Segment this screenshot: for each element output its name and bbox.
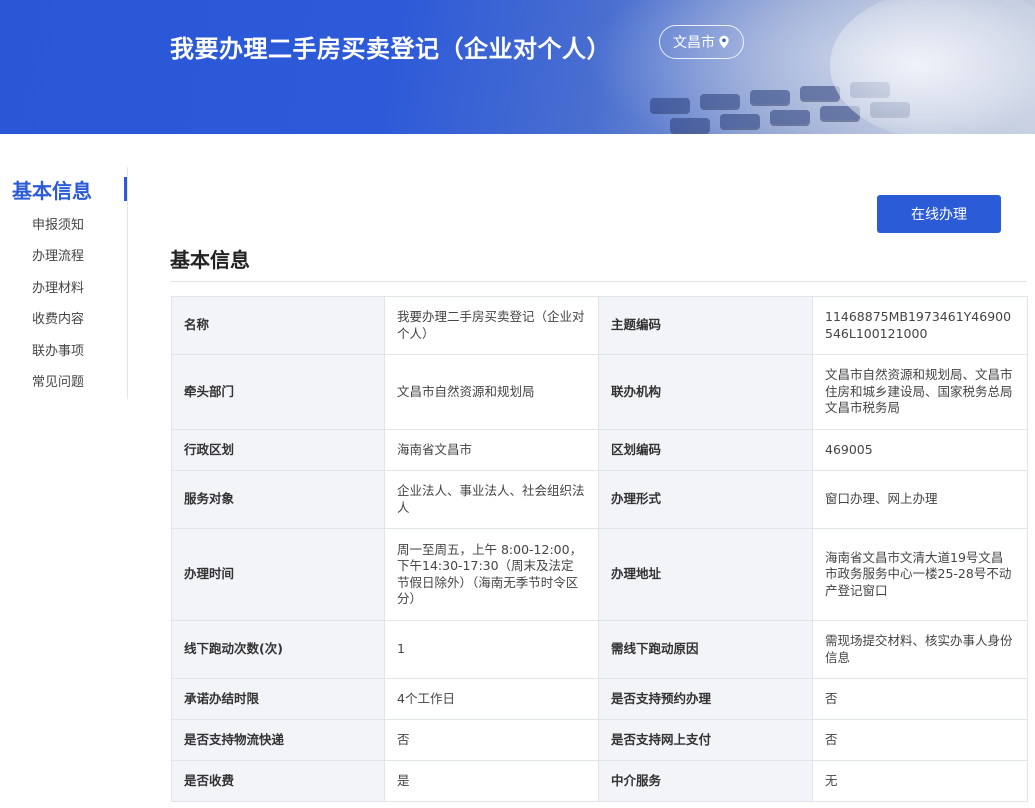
online-apply-button[interactable]: 在线办理 bbox=[877, 195, 1001, 233]
info-value: 企业法人、事业法人、社会组织法人 bbox=[384, 470, 599, 529]
info-value: 否 bbox=[812, 678, 1028, 720]
info-label: 牵头部门 bbox=[171, 354, 385, 430]
sidebar-item-joint-matters[interactable]: 联办事项 bbox=[32, 343, 84, 374]
info-value: 周一至周五，上午 8:00-12:00，下午14:30-17:30（周末及法定节… bbox=[384, 528, 599, 621]
table-row: 线下跑动次数(次) 1 需线下跑动原因 需现场提交材料、核实办事人身份信息 bbox=[171, 620, 1028, 679]
active-indicator bbox=[124, 177, 127, 201]
info-label: 服务对象 bbox=[171, 470, 385, 529]
sidebar-list: 申报须知 办理流程 办理材料 收费内容 联办事项 常见问题 bbox=[32, 217, 84, 405]
info-value: 海南省文昌市 bbox=[384, 429, 599, 471]
info-value: 窗口办理、网上办理 bbox=[812, 470, 1028, 529]
side-navigation: 基本信息 申报须知 办理流程 办理材料 收费内容 联办事项 常见问题 bbox=[0, 167, 128, 399]
page-title: 我要办理二手房买卖登记（企业对个人） bbox=[170, 35, 611, 63]
info-value: 文昌市自然资源和规划局、文昌市住房和城乡建设局、国家税务总局文昌市税务局 bbox=[812, 354, 1028, 430]
location-pin-icon bbox=[719, 35, 729, 49]
info-value: 4个工作日 bbox=[384, 678, 599, 720]
table-row: 行政区划 海南省文昌市 区划编码 469005 bbox=[171, 429, 1028, 471]
sidebar-active-title[interactable]: 基本信息 bbox=[12, 175, 92, 204]
table-row: 办理时间 周一至周五，上午 8:00-12:00，下午14:30-17:30（周… bbox=[171, 528, 1028, 621]
table-row: 是否支持物流快递 否 是否支持网上支付 否 bbox=[171, 719, 1028, 761]
table-row: 服务对象 企业法人、事业法人、社会组织法人 办理形式 窗口办理、网上办理 bbox=[171, 470, 1028, 529]
info-value: 文昌市自然资源和规划局 bbox=[384, 354, 599, 430]
info-value: 1 bbox=[384, 620, 599, 679]
info-label: 名称 bbox=[171, 296, 385, 355]
table-row: 承诺办结时限 4个工作日 是否支持预约办理 否 bbox=[171, 678, 1028, 720]
basic-info-table: 名称 我要办理二手房买卖登记（企业对个人） 主题编码 11468875MB197… bbox=[171, 296, 1028, 802]
info-value: 我要办理二手房买卖登记（企业对个人） bbox=[384, 296, 599, 355]
info-label: 主题编码 bbox=[598, 296, 813, 355]
sidebar-item-faq[interactable]: 常见问题 bbox=[32, 374, 84, 405]
info-value: 海南省文昌市文清大道19号文昌市政务服务中心一楼25-28号不动产登记窗口 bbox=[812, 528, 1028, 621]
sidebar-item-process[interactable]: 办理流程 bbox=[32, 248, 84, 279]
info-label: 是否收费 bbox=[171, 760, 385, 802]
info-value: 否 bbox=[812, 719, 1028, 761]
table-row: 牵头部门 文昌市自然资源和规划局 联办机构 文昌市自然资源和规划局、文昌市住房和… bbox=[171, 354, 1028, 430]
sidebar-item-materials[interactable]: 办理材料 bbox=[32, 280, 84, 311]
info-value: 需现场提交材料、核实办事人身份信息 bbox=[812, 620, 1028, 679]
city-selector[interactable]: 文昌市 bbox=[659, 25, 744, 59]
info-label: 承诺办结时限 bbox=[171, 678, 385, 720]
info-value: 无 bbox=[812, 760, 1028, 802]
info-label: 是否支持物流快递 bbox=[171, 719, 385, 761]
info-label: 行政区划 bbox=[171, 429, 385, 471]
info-label: 是否支持网上支付 bbox=[598, 719, 813, 761]
info-label: 区划编码 bbox=[598, 429, 813, 471]
section-title: 基本信息 bbox=[170, 248, 250, 272]
info-label: 是否支持预约办理 bbox=[598, 678, 813, 720]
table-row: 名称 我要办理二手房买卖登记（企业对个人） 主题编码 11468875MB197… bbox=[171, 296, 1028, 355]
info-value: 11468875MB1973461Y46900546L100121000 bbox=[812, 296, 1028, 355]
info-label: 需线下跑动原因 bbox=[598, 620, 813, 679]
info-label: 中介服务 bbox=[598, 760, 813, 802]
section-divider bbox=[170, 281, 1027, 282]
info-label: 办理地址 bbox=[598, 528, 813, 621]
hand-illustration bbox=[830, 0, 1035, 134]
info-label: 办理时间 bbox=[171, 528, 385, 621]
info-value: 469005 bbox=[812, 429, 1028, 471]
info-value: 否 bbox=[384, 719, 599, 761]
sidebar-item-fees[interactable]: 收费内容 bbox=[32, 311, 84, 342]
page-banner: 我要办理二手房买卖登记（企业对个人） 文昌市 bbox=[0, 0, 1035, 134]
table-row: 是否收费 是 中介服务 无 bbox=[171, 760, 1028, 802]
info-value: 是 bbox=[384, 760, 599, 802]
info-label: 线下跑动次数(次) bbox=[171, 620, 385, 679]
city-label: 文昌市 bbox=[673, 35, 715, 51]
info-label: 办理形式 bbox=[598, 470, 813, 529]
sidebar-item-declaration-notice[interactable]: 申报须知 bbox=[32, 217, 84, 248]
info-label: 联办机构 bbox=[598, 354, 813, 430]
